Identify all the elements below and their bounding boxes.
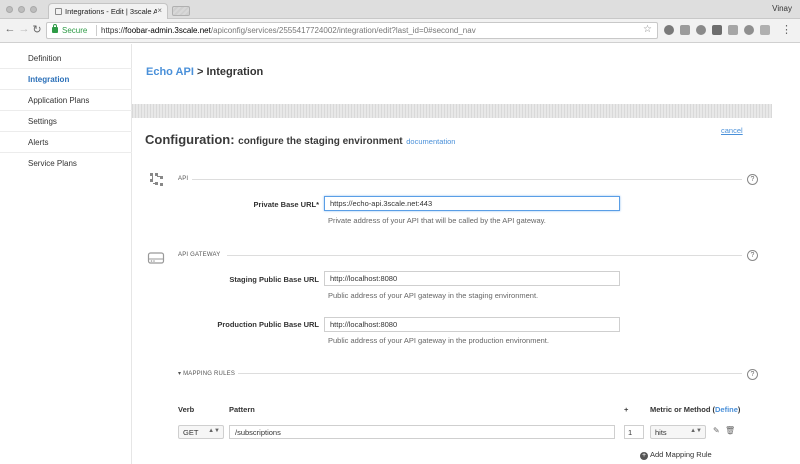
metric-select[interactable]: hits ▲▼: [650, 425, 706, 439]
column-pattern: Pattern: [229, 405, 255, 414]
column-metric-label: Metric or Method (: [650, 405, 715, 414]
address-bar[interactable]: Secure https://foobar-admin.3scale.net/a…: [46, 22, 658, 39]
api-help-icon[interactable]: ?: [747, 174, 758, 185]
extension-icon-6[interactable]: [744, 25, 754, 35]
bookmark-star-icon[interactable]: ☆: [643, 24, 652, 35]
reload-icon[interactable]: ↻: [31, 23, 43, 36]
gateway-help-icon[interactable]: ?: [747, 250, 758, 261]
extension-icon-4[interactable]: [712, 25, 722, 35]
tab-close-icon[interactable]: ×: [157, 6, 162, 15]
api-section-label: API: [178, 176, 189, 182]
sidebar: Definition Integration Application Plans…: [0, 44, 132, 464]
select-arrows-icon: ▲▼: [208, 428, 220, 434]
sidebar-item-alerts[interactable]: Alerts: [0, 133, 132, 153]
add-mapping-rule-button[interactable]: + Add Mapping Rule: [640, 450, 712, 460]
sidebar-item-definition[interactable]: Definition: [0, 49, 132, 69]
close-window-button[interactable]: [6, 6, 13, 13]
sidebar-item-integration[interactable]: Integration: [0, 70, 132, 90]
forward-icon[interactable]: →: [18, 23, 30, 35]
section-divider-stripe: [132, 104, 772, 118]
new-tab-button[interactable]: [172, 6, 190, 16]
extension-icon-1[interactable]: [664, 25, 674, 35]
breadcrumb-separator: >: [193, 66, 207, 78]
staging-url-label: Staging Public Base URL: [229, 275, 319, 284]
pattern-input[interactable]: [229, 425, 615, 439]
cancel-link[interactable]: cancel: [721, 126, 743, 135]
configuration-title: Configuration:: [145, 132, 235, 147]
url-scheme: https://: [101, 26, 126, 35]
back-icon[interactable]: ←: [4, 23, 16, 35]
production-url-hint: Public address of your API gateway in th…: [328, 336, 549, 345]
browser-toolbar: ← → ↻ Secure https://foobar-admin.3scale…: [0, 19, 800, 43]
delete-trash-icon[interactable]: 🗑: [725, 426, 735, 435]
breadcrumb-service-link[interactable]: Echo API: [146, 66, 194, 78]
delta-input[interactable]: [624, 425, 644, 439]
tab-title: Integrations - Edit | 3scale API: [65, 7, 157, 16]
add-mapping-rule-label: Add Mapping Rule: [650, 450, 712, 459]
production-url-label: Production Public Base URL: [217, 320, 319, 329]
minimize-window-button[interactable]: [18, 6, 25, 13]
api-section-icon: [150, 173, 163, 186]
browser-menu-icon[interactable]: ⋮: [781, 23, 792, 36]
column-verb: Verb: [178, 405, 195, 414]
extension-icon-7[interactable]: [760, 25, 770, 35]
mapping-rules-toggle[interactable]: ▾ MAPPING RULES: [178, 370, 235, 377]
private-base-url-input[interactable]: [324, 196, 620, 211]
define-metric-link[interactable]: Define: [715, 405, 738, 414]
edit-pencil-icon[interactable]: ✎: [713, 426, 720, 435]
column-metric: Metric or Method (Define): [650, 405, 740, 414]
mapping-section-rule: [238, 373, 742, 374]
gateway-server-icon: [147, 252, 165, 264]
url-host: foobar-admin.3scale.net: [125, 26, 211, 35]
column-metric-close: ): [737, 405, 741, 414]
verb-select-value: GET: [183, 428, 199, 437]
sidebar-item-application-plans[interactable]: Application Plans: [0, 91, 132, 111]
url-path: /apiconfig/services/2555417724002/integr…: [210, 26, 476, 35]
configuration-subtitle: configure the staging environment: [238, 136, 403, 147]
favicon-icon: [55, 8, 62, 15]
private-base-url-label: Private Base URL*: [253, 200, 319, 209]
page-title: Integration: [206, 66, 264, 78]
address-divider: [96, 25, 97, 36]
extension-icon-2[interactable]: [680, 25, 690, 35]
url-text[interactable]: https://foobar-admin.3scale.net/apiconfi…: [101, 26, 476, 35]
gateway-section-label: API GATEWAY: [178, 252, 221, 258]
select-arrows-icon: ▲▼: [690, 428, 702, 434]
documentation-link[interactable]: documentation: [406, 137, 455, 146]
metric-select-value: hits: [655, 428, 667, 437]
staging-url-input[interactable]: [324, 271, 620, 286]
configuration-heading: Configuration: configure the staging env…: [145, 132, 455, 147]
column-delta: +: [624, 405, 629, 414]
browser-tab[interactable]: Integrations - Edit | 3scale API ×: [48, 3, 168, 19]
maximize-window-button[interactable]: [30, 6, 37, 13]
extension-icon-5[interactable]: [728, 25, 738, 35]
sidebar-item-service-plans[interactable]: Service Plans: [0, 154, 132, 174]
api-section-rule: [192, 179, 742, 180]
gateway-section-rule: [227, 255, 742, 256]
production-url-input[interactable]: [324, 317, 620, 332]
private-base-url-hint: Private address of your API that will be…: [328, 216, 546, 225]
browser-tab-bar: Integrations - Edit | 3scale API × Vinay: [0, 0, 800, 19]
main-content: Echo API > Integration Configuration: co…: [132, 44, 800, 464]
sidebar-item-settings[interactable]: Settings: [0, 112, 132, 132]
plus-circle-icon: +: [640, 452, 648, 460]
breadcrumb: Echo API > Integration: [146, 66, 263, 78]
extension-icon-3[interactable]: [696, 25, 706, 35]
browser-profile-name[interactable]: Vinay: [772, 4, 792, 13]
staging-url-hint: Public address of your API gateway in th…: [328, 291, 539, 300]
lock-icon: [52, 24, 58, 33]
mapping-help-icon[interactable]: ?: [747, 369, 758, 380]
secure-label: Secure: [62, 26, 88, 35]
verb-select[interactable]: GET ▲▼: [178, 425, 224, 439]
